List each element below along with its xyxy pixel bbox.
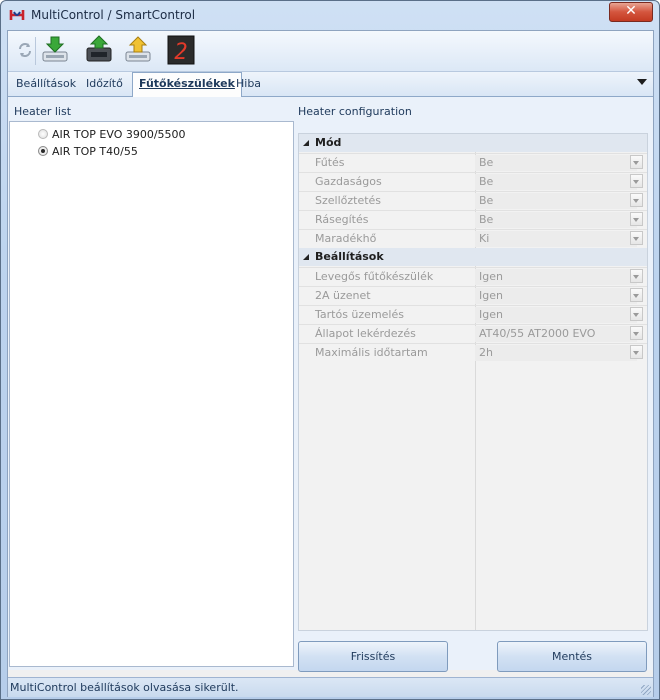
main-window: MultiControl / SmartControl ✕ 2 Beállítá… (0, 0, 660, 700)
radio-checked-icon[interactable] (38, 146, 48, 156)
property-value[interactable]: Igen (475, 307, 637, 323)
heater-config-label: Heater configuration (298, 105, 412, 118)
window-title: MultiControl / SmartControl (31, 8, 196, 22)
property-value[interactable]: 2h (475, 345, 637, 361)
dropdown-arrow-icon[interactable] (630, 307, 643, 321)
dropdown-arrow-icon[interactable] (630, 231, 643, 245)
display-button[interactable]: 2 (166, 35, 196, 65)
property-value[interactable]: Be (475, 155, 637, 171)
dropdown-arrow-icon[interactable] (630, 212, 643, 226)
property-value[interactable]: Be (475, 193, 637, 209)
collapse-triangle-icon[interactable] (303, 140, 309, 146)
property-row[interactable]: Gazdaságos Be (299, 172, 647, 192)
toolbar: 2 (8, 31, 653, 72)
read-device-button[interactable] (40, 35, 70, 65)
tab-timer[interactable]: Időzítő (80, 74, 129, 94)
heater-list-label: Heater list (14, 105, 72, 118)
app-logo-icon (9, 10, 25, 20)
heater-option-label: AIR TOP T40/55 (52, 144, 138, 158)
close-button[interactable]: ✕ (609, 2, 653, 22)
tab-error[interactable]: Hiba (230, 74, 267, 94)
title-bar[interactable]: MultiControl / SmartControl ✕ (1, 1, 659, 29)
property-row[interactable]: 2A üzenet Igen (299, 286, 647, 306)
heater-option[interactable]: AIR TOP EVO 3900/5500 (38, 126, 186, 142)
property-row[interactable]: Levegős fűtőkészülék Igen (299, 267, 647, 287)
dropdown-arrow-icon[interactable] (630, 155, 643, 169)
property-value[interactable]: Be (475, 212, 637, 228)
download-green-arrow-icon (42, 36, 68, 62)
property-grid: Mód Fűtés Be Gazdaságos Be Szellőztetés Be … (298, 133, 648, 631)
upload-yellow-arrow-icon (125, 36, 151, 62)
heater-option[interactable]: AIR TOP T40/55 (38, 143, 138, 159)
property-row[interactable]: Állapot lekérdezés AT40/55 AT2000 EVO (299, 324, 647, 344)
status-text: MultiControl beállítások olvasása sikerü… (10, 681, 239, 694)
export-button[interactable] (123, 35, 153, 65)
radio-unchecked-icon[interactable] (38, 129, 48, 139)
property-value[interactable]: Ki (475, 231, 637, 247)
property-row[interactable]: Maradékhő Ki (299, 229, 647, 249)
dropdown-arrow-icon[interactable] (630, 326, 643, 340)
property-row[interactable]: Szellőztetés Be (299, 191, 647, 211)
seven-segment-display-icon: 2 (167, 35, 195, 65)
heaters-tab-body: Heater list AIR TOP EVO 3900/5500 AIR TO… (8, 97, 653, 672)
category-row-mode[interactable]: Mód (299, 134, 647, 152)
dropdown-arrow-icon[interactable] (630, 193, 643, 207)
property-value[interactable]: AT40/55 AT2000 EVO (475, 326, 637, 342)
heater-option-label: AIR TOP EVO 3900/5500 (52, 127, 186, 141)
dropdown-arrow-icon[interactable] (630, 345, 643, 359)
property-value[interactable]: Be (475, 174, 637, 190)
tab-settings[interactable]: Beállítások (10, 74, 82, 94)
dropdown-arrow-icon[interactable] (630, 288, 643, 302)
dropdown-arrow-icon[interactable] (630, 269, 643, 283)
write-device-button[interactable] (84, 35, 114, 65)
property-row[interactable]: Rásegítés Be (299, 210, 647, 230)
client-area: 2 Beállítások Időzítő Fűtőkészülékek Hib… (7, 30, 654, 697)
refresh-config-button[interactable]: Frissítés (298, 641, 448, 672)
property-row[interactable]: Tartós üzemelés Igen (299, 305, 647, 325)
toolbar-separator (35, 37, 36, 65)
dropdown-arrow-icon[interactable] (630, 174, 643, 188)
resize-grip-icon[interactable] (641, 685, 651, 695)
category-row-settings[interactable]: Beállítások (299, 248, 647, 266)
tab-dropdown-icon[interactable] (637, 79, 647, 85)
status-bar: MultiControl beállítások olvasása sikerü… (8, 677, 653, 697)
property-value[interactable]: Igen (475, 288, 637, 304)
device-upload-icon (86, 35, 112, 62)
tab-strip: Beállítások Időzítő Fűtőkészülékek Hiba (8, 72, 653, 97)
save-button[interactable]: Mentés (497, 641, 647, 672)
collapse-triangle-icon[interactable] (303, 254, 309, 260)
property-row[interactable]: Fűtés Be (299, 153, 647, 173)
refresh-icon (19, 43, 31, 57)
display-digit: 2 (174, 40, 187, 65)
property-value[interactable]: Igen (475, 269, 637, 285)
property-row[interactable]: Maximális időtartam 2h (299, 343, 647, 363)
tab-heaters[interactable]: Fűtőkészülékek (132, 72, 242, 97)
heater-list: AIR TOP EVO 3900/5500 AIR TOP T40/55 (9, 121, 294, 667)
